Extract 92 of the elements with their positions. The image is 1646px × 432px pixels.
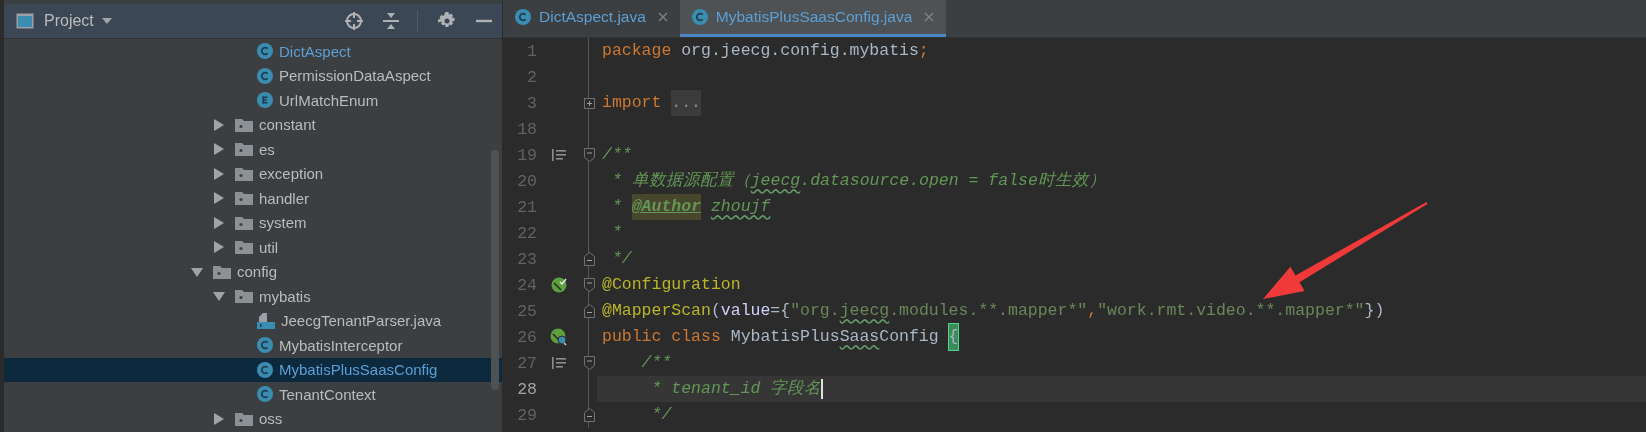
tree-item[interactable]: MybatisInterceptor — [4, 333, 502, 358]
bean-search-icon[interactable] — [550, 328, 568, 346]
folder-icon — [235, 240, 253, 255]
folder-icon — [235, 411, 253, 426]
collapsed-arrow-icon[interactable] — [213, 167, 225, 180]
class-icon — [691, 9, 708, 25]
collapsed-arrow-icon[interactable] — [213, 118, 225, 131]
doc-render-icon[interactable] — [552, 149, 566, 161]
tree-item[interactable]: JeecgTenantParser.java — [4, 308, 502, 333]
class-icon — [257, 386, 273, 403]
tree-item[interactable]: oss — [4, 406, 502, 431]
line-number: 29 — [516, 405, 537, 425]
line-number: 27 — [516, 353, 537, 373]
class-icon — [257, 43, 273, 60]
tree-item[interactable]: config — [4, 259, 502, 284]
line-number: 2 — [526, 67, 537, 87]
code-line: */ — [650, 404, 673, 426]
folder-icon — [235, 289, 253, 304]
class-icon — [257, 361, 273, 378]
folder-icon — [235, 191, 253, 206]
doc-render-icon[interactable] — [552, 357, 566, 369]
minimize-icon[interactable] — [476, 19, 492, 23]
expand-fold-icon[interactable] — [583, 97, 595, 109]
line-number: 22 — [516, 223, 537, 243]
tree-item[interactable]: MybatisPlusSaasConfig — [4, 357, 502, 382]
line-number: 20 — [516, 171, 537, 191]
enum-icon — [257, 92, 273, 109]
java-file-icon — [257, 312, 275, 329]
dropdown-caret-icon[interactable] — [101, 18, 112, 24]
code-line: * 单数据源配置（jeecg.datasource.open = false时生效） — [610, 170, 1107, 192]
line-number: 28 — [516, 379, 537, 399]
line-number: 18 — [516, 119, 537, 139]
code-line: public class MybatisPlusSaasConfig { — [597, 324, 1646, 350]
folder-icon — [235, 117, 253, 132]
expanded-arrow-icon[interactable] — [191, 265, 203, 278]
collapse-fold-icon[interactable] — [583, 356, 595, 370]
tree-item[interactable]: mybatis — [4, 284, 502, 309]
window-icon — [16, 13, 34, 29]
editor-tab[interactable]: DictAspect.java — [503, 0, 680, 37]
tree-item[interactable]: DictAspect — [4, 39, 502, 64]
class-icon — [515, 9, 531, 25]
panel-title[interactable]: Project — [44, 12, 94, 30]
code-line: * @Author zhoujf — [597, 194, 1646, 220]
tree-item[interactable]: es — [4, 137, 502, 162]
collapsed-arrow-icon[interactable] — [213, 143, 225, 156]
tree-item[interactable]: TenantContext — [4, 382, 502, 407]
close-icon[interactable] — [657, 12, 668, 22]
line-number: 23 — [516, 249, 537, 269]
editor-tab[interactable]: MybatisPlusSaasConfig.java — [679, 0, 947, 37]
code-line: import ... — [597, 90, 1646, 116]
tree-item[interactable]: PermissionDataAspect — [4, 63, 502, 88]
tree-item[interactable]: exception — [4, 161, 502, 186]
fold-end-icon[interactable] — [583, 408, 595, 422]
code-line: package org.jeecg.config.mybatis; — [601, 40, 930, 62]
collapsed-arrow-icon[interactable] — [213, 241, 225, 254]
line-number: 26 — [516, 327, 537, 347]
tree-item[interactable]: util — [4, 235, 502, 260]
code-line: */ — [610, 248, 633, 270]
folder-icon — [235, 166, 253, 181]
code-line: @MapperScan(value={"org.jeecg.modules.**.mapper*","work.rmt.video.**.mapper*"}) — [601, 300, 1386, 322]
folder-icon — [235, 142, 253, 157]
collapse-fold-icon[interactable] — [583, 278, 595, 292]
line-number: 3 — [526, 93, 537, 113]
code-line: @Configuration — [601, 274, 742, 296]
code-line: * — [610, 222, 623, 244]
code-line: /** — [601, 144, 633, 166]
collapsed-arrow-icon[interactable] — [213, 216, 225, 229]
line-number: 1 — [526, 41, 537, 61]
fold-end-icon[interactable] — [583, 252, 595, 266]
folder-icon — [213, 264, 231, 279]
line-number: 24 — [516, 275, 537, 295]
tree-item[interactable]: handler — [4, 186, 502, 211]
collapse-fold-icon[interactable] — [583, 148, 595, 162]
tree-item[interactable]: UrlMatchEnum — [4, 88, 502, 113]
line-number: 25 — [516, 301, 537, 321]
tree-item[interactable]: constant — [4, 112, 502, 137]
bean-check-icon[interactable] — [551, 277, 567, 293]
line-number: 19 — [516, 145, 537, 165]
class-icon — [257, 67, 273, 84]
class-icon — [257, 337, 273, 354]
collapse-all-icon[interactable] — [383, 12, 399, 30]
code-line: /** — [640, 352, 673, 374]
fold-end-icon[interactable] — [583, 304, 595, 318]
collapsed-arrow-icon[interactable] — [213, 412, 225, 425]
locate-icon[interactable] — [345, 12, 363, 30]
folder-icon — [235, 215, 253, 230]
collapsed-arrow-icon[interactable] — [213, 192, 225, 205]
settings-icon[interactable] — [438, 12, 456, 30]
expanded-arrow-icon[interactable] — [213, 290, 225, 303]
scrollbar[interactable] — [491, 150, 499, 390]
line-number: 21 — [516, 197, 537, 217]
tree-item[interactable]: system — [4, 210, 502, 235]
